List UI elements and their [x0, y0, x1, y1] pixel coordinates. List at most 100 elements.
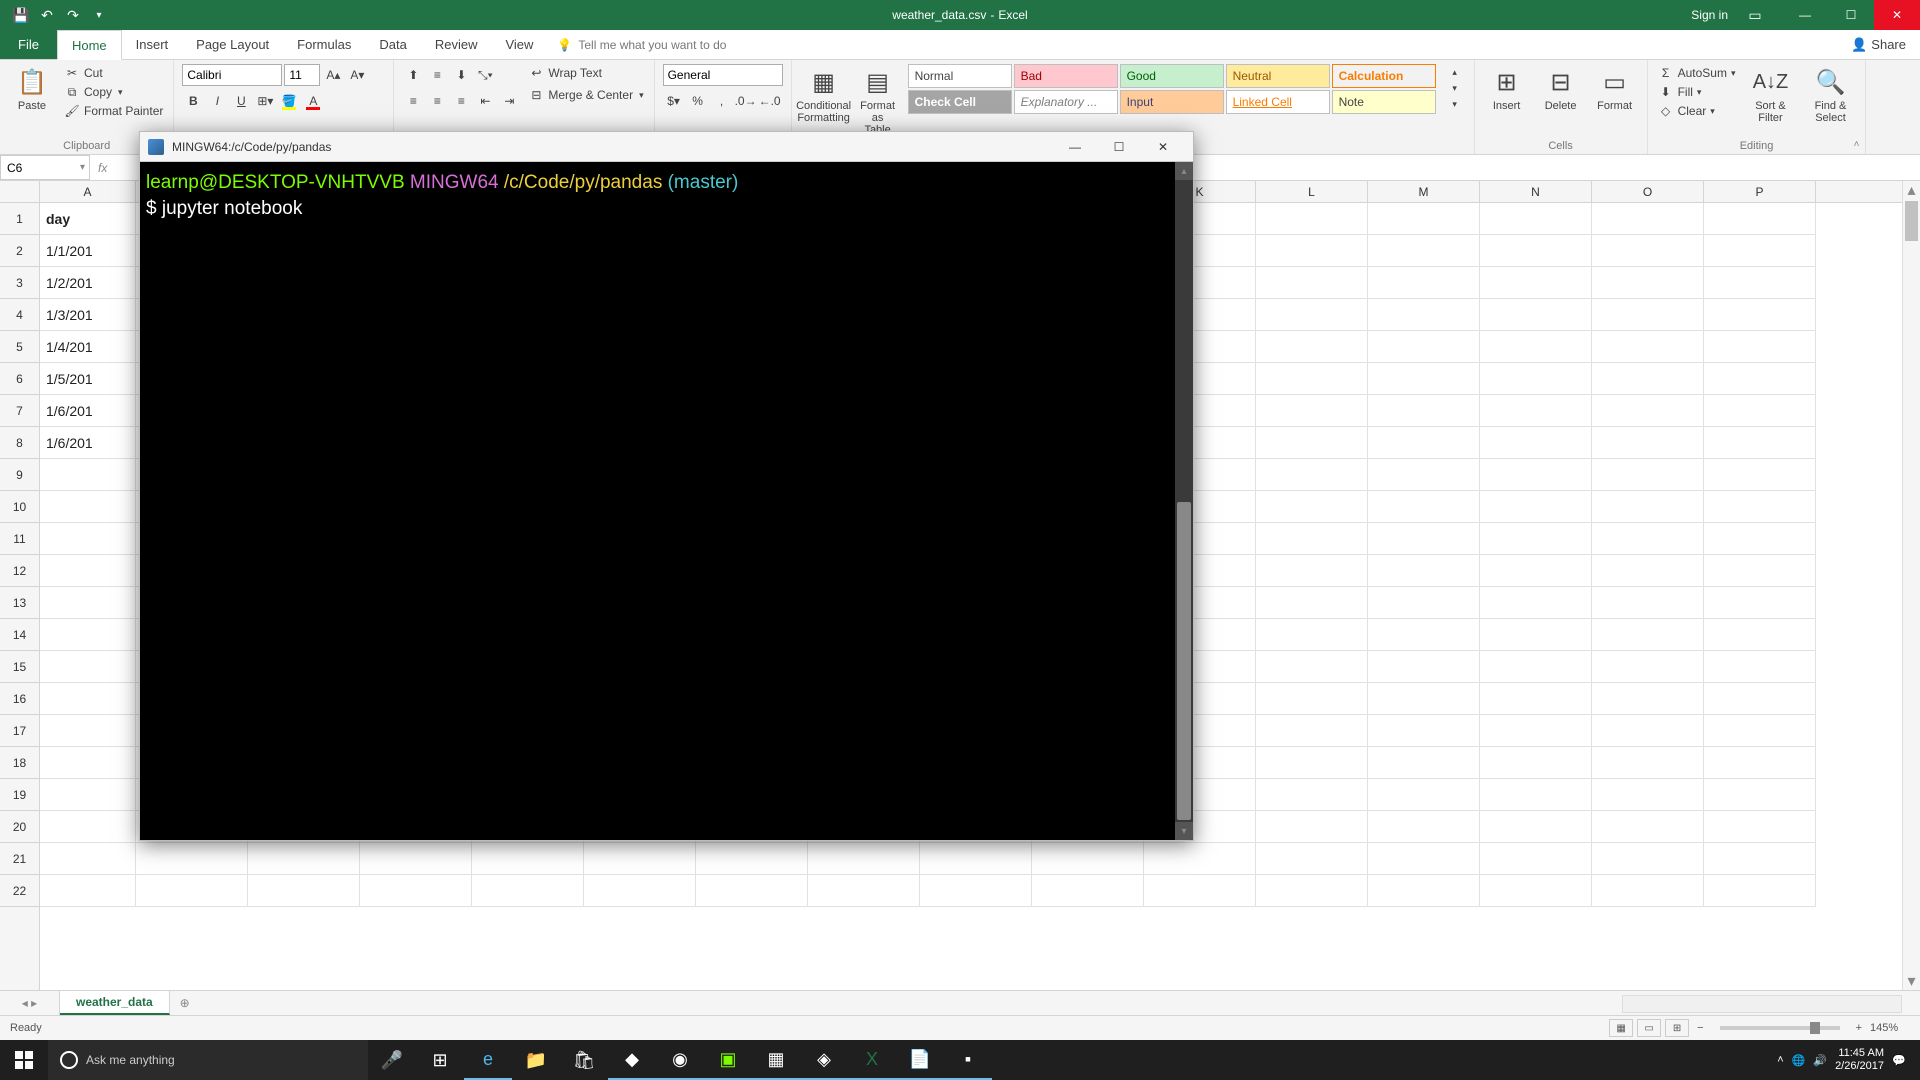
name-box[interactable]: C6 [0, 155, 90, 180]
style-linked-cell[interactable]: Linked Cell [1226, 90, 1330, 114]
terminal-scroll-thumb[interactable] [1177, 502, 1191, 820]
percent-button[interactable]: % [687, 90, 709, 112]
cell-N2[interactable] [1480, 235, 1592, 267]
cell-O12[interactable] [1592, 555, 1704, 587]
cell-B21[interactable] [136, 843, 248, 875]
taskbar-app3-icon[interactable]: ◈ [800, 1040, 848, 1080]
cell-C21[interactable] [248, 843, 360, 875]
undo-icon[interactable]: ↶ [38, 6, 56, 24]
row-header-6[interactable]: 6 [0, 363, 39, 395]
cell-P9[interactable] [1704, 459, 1816, 491]
cell-A8[interactable]: 1/6/201 [40, 427, 136, 459]
copy-button[interactable]: ⧉Copy▾ [62, 83, 165, 101]
cell-P7[interactable] [1704, 395, 1816, 427]
align-bottom-button[interactable]: ⬇ [450, 64, 472, 86]
cell-A1[interactable]: day [40, 203, 136, 235]
cell-N5[interactable] [1480, 331, 1592, 363]
cell-O18[interactable] [1592, 747, 1704, 779]
collapse-ribbon-icon[interactable]: ˄ [1854, 139, 1860, 150]
cell-O3[interactable] [1592, 267, 1704, 299]
taskbar-store-icon[interactable]: 🛍 [560, 1040, 608, 1080]
sheet-nav[interactable]: ◂ ▸ [0, 991, 60, 1015]
cell-D22[interactable] [360, 875, 472, 907]
cell-M11[interactable] [1368, 523, 1480, 555]
terminal-scroll-down-icon[interactable]: ▾ [1175, 822, 1193, 840]
scroll-up-icon[interactable]: ▴ [1903, 181, 1920, 199]
cell-A4[interactable]: 1/3/201 [40, 299, 136, 331]
cell-B22[interactable] [136, 875, 248, 907]
comma-button[interactable]: , [711, 90, 733, 112]
cell-N11[interactable] [1480, 523, 1592, 555]
cell-M12[interactable] [1368, 555, 1480, 587]
style-neutral[interactable]: Neutral [1226, 64, 1330, 88]
cell-H22[interactable] [808, 875, 920, 907]
cell-N16[interactable] [1480, 683, 1592, 715]
cell-P11[interactable] [1704, 523, 1816, 555]
cell-A21[interactable] [40, 843, 136, 875]
taskbar-mic-icon[interactable]: 🎤 [368, 1040, 416, 1080]
cell-O4[interactable] [1592, 299, 1704, 331]
cell-P3[interactable] [1704, 267, 1816, 299]
cell-N13[interactable] [1480, 587, 1592, 619]
cell-L8[interactable] [1256, 427, 1368, 459]
cell-L13[interactable] [1256, 587, 1368, 619]
zoom-thumb[interactable] [1810, 1022, 1820, 1034]
cell-A16[interactable] [40, 683, 136, 715]
cell-M2[interactable] [1368, 235, 1480, 267]
taskbar-app2-icon[interactable]: ▦ [752, 1040, 800, 1080]
zoom-in-button[interactable]: + [1852, 1022, 1866, 1034]
cell-L12[interactable] [1256, 555, 1368, 587]
cut-button[interactable]: ✂Cut [62, 64, 165, 82]
cell-E22[interactable] [472, 875, 584, 907]
cell-M16[interactable] [1368, 683, 1480, 715]
cell-M7[interactable] [1368, 395, 1480, 427]
cell-P13[interactable] [1704, 587, 1816, 619]
cell-L18[interactable] [1256, 747, 1368, 779]
cell-J22[interactable] [1032, 875, 1144, 907]
sort-filter-button[interactable]: A↓ZSort & Filter [1743, 64, 1797, 126]
cell-K22[interactable] [1144, 875, 1256, 907]
cell-G22[interactable] [696, 875, 808, 907]
style-explanatory[interactable]: Explanatory ... [1014, 90, 1118, 114]
cell-J21[interactable] [1032, 843, 1144, 875]
cell-P19[interactable] [1704, 779, 1816, 811]
cell-P17[interactable] [1704, 715, 1816, 747]
cell-F21[interactable] [584, 843, 696, 875]
cell-N10[interactable] [1480, 491, 1592, 523]
cell-O7[interactable] [1592, 395, 1704, 427]
border-button[interactable]: ⊞▾ [254, 90, 276, 112]
cell-M19[interactable] [1368, 779, 1480, 811]
scroll-thumb[interactable] [1905, 201, 1918, 241]
terminal-scroll-up-icon[interactable]: ▴ [1175, 162, 1193, 180]
cell-N6[interactable] [1480, 363, 1592, 395]
cell-P22[interactable] [1704, 875, 1816, 907]
row-header-7[interactable]: 7 [0, 395, 39, 427]
cell-N14[interactable] [1480, 619, 1592, 651]
cell-A10[interactable] [40, 491, 136, 523]
cell-M15[interactable] [1368, 651, 1480, 683]
cell-N17[interactable] [1480, 715, 1592, 747]
row-header-4[interactable]: 4 [0, 299, 39, 331]
clear-button[interactable]: ◇Clear▾ [1656, 102, 1738, 120]
align-right-button[interactable]: ≡ [450, 90, 472, 112]
cell-M21[interactable] [1368, 843, 1480, 875]
cell-L1[interactable] [1256, 203, 1368, 235]
column-header-M[interactable]: M [1368, 181, 1480, 202]
align-middle-button[interactable]: ≡ [426, 64, 448, 86]
cell-O11[interactable] [1592, 523, 1704, 555]
cell-P12[interactable] [1704, 555, 1816, 587]
cell-A2[interactable]: 1/1/201 [40, 235, 136, 267]
row-header-12[interactable]: 12 [0, 555, 39, 587]
taskbar-app4-icon[interactable]: 📄 [896, 1040, 944, 1080]
terminal-titlebar[interactable]: MINGW64:/c/Code/py/pandas — ☐ ✕ [140, 132, 1193, 162]
cell-O20[interactable] [1592, 811, 1704, 843]
row-header-10[interactable]: 10 [0, 491, 39, 523]
row-header-11[interactable]: 11 [0, 523, 39, 555]
style-input[interactable]: Input [1120, 90, 1224, 114]
view-normal-button[interactable]: ▦ [1609, 1019, 1633, 1037]
decrease-decimal-button[interactable]: ←.0 [759, 90, 781, 112]
save-icon[interactable]: 💾 [12, 6, 30, 24]
cell-L11[interactable] [1256, 523, 1368, 555]
cell-P15[interactable] [1704, 651, 1816, 683]
cell-M18[interactable] [1368, 747, 1480, 779]
